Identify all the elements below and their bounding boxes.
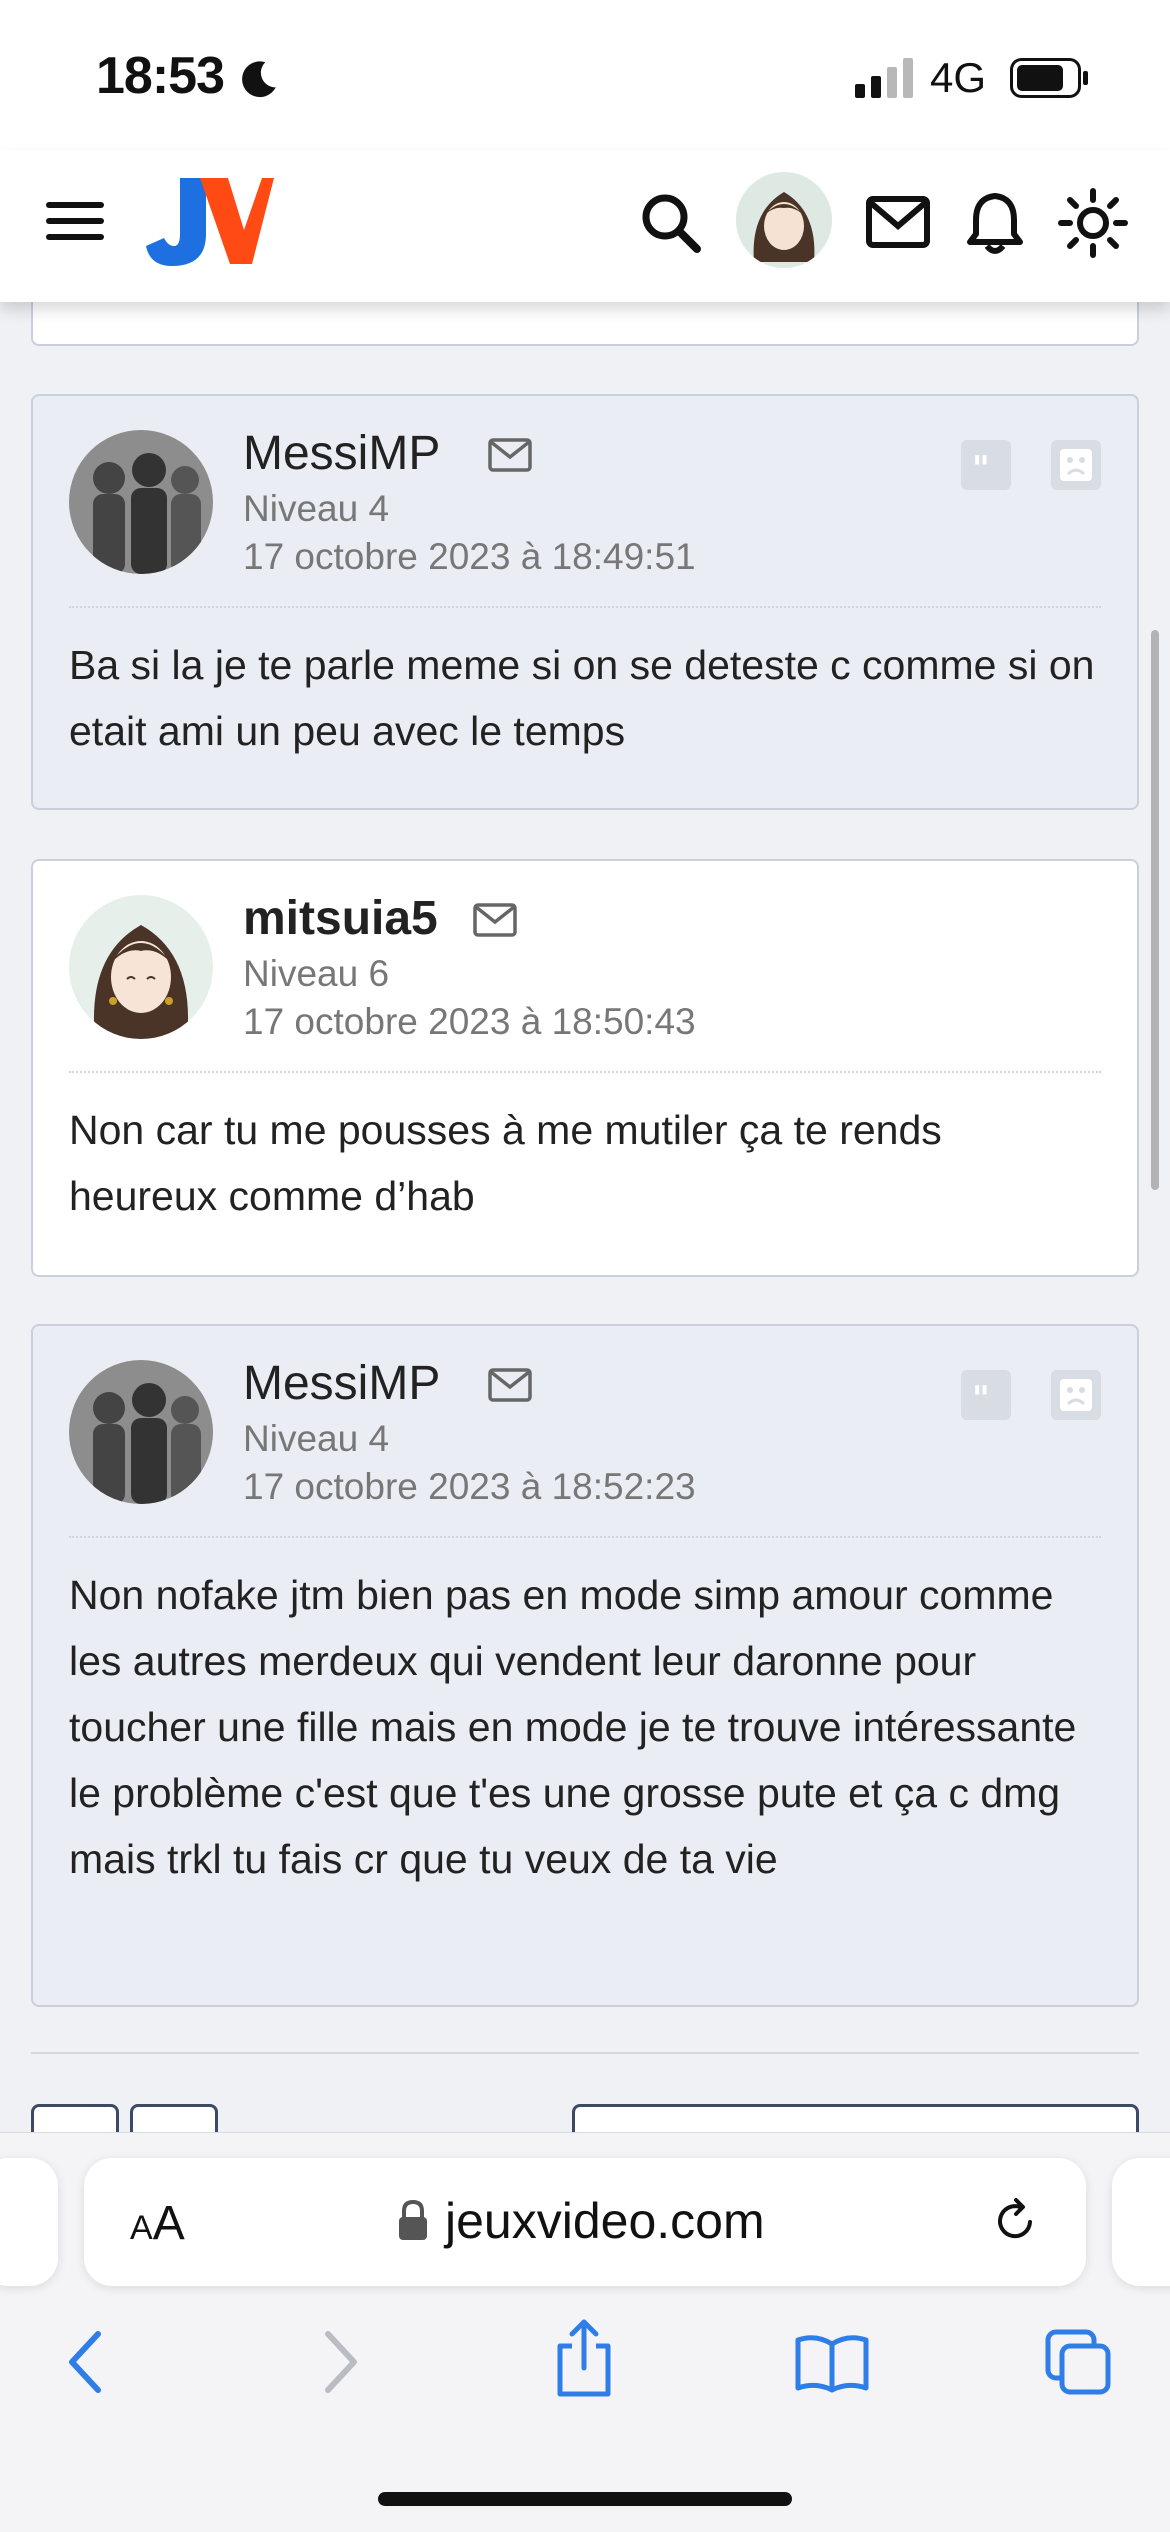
- bell-icon[interactable]: [966, 190, 1024, 256]
- quote-icon: ": [972, 449, 990, 489]
- author-name[interactable]: MessiMP: [243, 426, 440, 481]
- post-message: Non car tu me pousses à me mutiler ça te…: [69, 1107, 942, 1219]
- divider: [31, 2052, 1139, 2054]
- mail-icon[interactable]: [473, 903, 517, 937]
- signal-icon: [855, 58, 913, 98]
- sun-icon[interactable]: [1058, 188, 1128, 258]
- svg-text:": ": [972, 449, 990, 489]
- app-header: [0, 150, 1170, 302]
- separator: [69, 1536, 1101, 1538]
- url-domain[interactable]: jeuxvideo.com: [445, 2192, 765, 2250]
- search-icon[interactable]: [640, 192, 702, 254]
- home-indicator: [378, 2492, 792, 2506]
- author-level: Niveau 4: [243, 1418, 390, 1459]
- back-icon[interactable]: [66, 2330, 106, 2394]
- separator: [69, 1071, 1101, 1073]
- avatar[interactable]: [69, 430, 213, 574]
- author-name[interactable]: MessiMP: [243, 1356, 440, 1411]
- tabs-icon[interactable]: [1044, 2328, 1114, 2398]
- post-message: Non nofake jtm bien pas en mode simp amo…: [69, 1572, 1077, 1882]
- post-message: Ba si la je te parle meme si on se detes…: [69, 642, 1095, 754]
- mail-icon[interactable]: [866, 196, 930, 248]
- avatar[interactable]: [69, 895, 213, 1039]
- quote-button[interactable]: ": [961, 1370, 1011, 1420]
- post-card: MessiMP Niveau 4 17 octobre 2023 à 18:52…: [31, 1324, 1139, 2007]
- post-card: mitsuia5 Niveau 6 17 octobre 2023 à 18:5…: [31, 859, 1139, 1277]
- post-card: MessiMP Niveau 4 17 octobre 2023 à 18:49…: [31, 394, 1139, 810]
- next-tab-card[interactable]: [1112, 2158, 1170, 2286]
- mail-icon[interactable]: [488, 438, 532, 472]
- status-bar: 18:53 4G: [0, 0, 1170, 150]
- avatar[interactable]: [69, 1360, 213, 1504]
- author-level: Niveau 4: [243, 488, 390, 529]
- post-date[interactable]: 17 octobre 2023 à 18:49:51: [243, 536, 696, 578]
- network-label: 4G: [930, 54, 987, 101]
- moon-icon: [242, 61, 276, 98]
- sad-face-icon: [1060, 449, 1092, 481]
- status-time: 18:53: [96, 47, 225, 105]
- menu-icon[interactable]: [46, 200, 104, 242]
- post-date[interactable]: 17 octobre 2023 à 18:52:23: [243, 1466, 696, 1508]
- author-name[interactable]: mitsuia5: [243, 891, 438, 946]
- jv-logo[interactable]: [144, 172, 274, 270]
- report-button[interactable]: [1051, 440, 1101, 490]
- author-level: Niveau 6: [243, 953, 390, 994]
- mail-icon[interactable]: [488, 1368, 532, 1402]
- lock-icon: [399, 2199, 427, 2240]
- quote-button[interactable]: ": [961, 440, 1011, 490]
- text-size-button[interactable]: AA: [130, 2196, 185, 2251]
- reload-icon[interactable]: [990, 2196, 1040, 2246]
- quote-icon: ": [972, 1379, 990, 1419]
- scrollbar[interactable]: [1151, 630, 1159, 1190]
- sad-face-icon: [1060, 1379, 1092, 1411]
- share-icon[interactable]: [552, 2318, 616, 2398]
- avatar[interactable]: [736, 172, 832, 268]
- battery-icon: [1010, 58, 1088, 98]
- post-date[interactable]: 17 octobre 2023 à 18:50:43: [243, 1001, 696, 1043]
- bookmarks-icon[interactable]: [794, 2332, 870, 2394]
- forward-icon[interactable]: [320, 2330, 360, 2394]
- separator: [69, 606, 1101, 608]
- previous-tab-card[interactable]: [0, 2158, 58, 2286]
- svg-text:": ": [972, 1379, 990, 1419]
- report-button[interactable]: [1051, 1370, 1101, 1420]
